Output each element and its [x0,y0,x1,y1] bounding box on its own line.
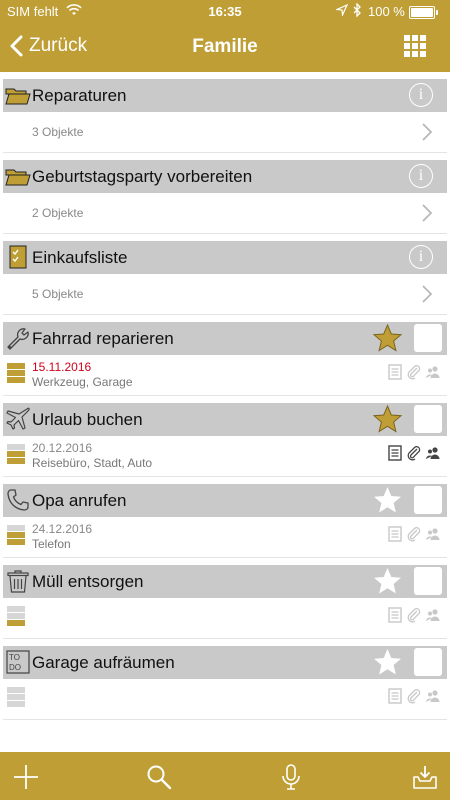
folder-header[interactable]: Geburtstagsparty vorbereiten i [3,160,447,193]
info-icon[interactable]: i [409,83,433,107]
priority-indicator [7,525,25,547]
task-title: Opa anrufen [32,491,127,510]
contacts-icon[interactable] [425,526,441,542]
folder-header[interactable]: Reparaturen i [3,79,447,112]
trash-icon [7,570,29,593]
star-icon[interactable] [372,485,403,516]
complete-checkbox[interactable] [414,405,442,433]
grid-view-button[interactable] [404,35,426,57]
complete-checkbox[interactable] [414,486,442,514]
wrench-icon [7,328,29,350]
folder-title: Reparaturen [32,86,127,105]
bottom-toolbar [0,752,450,800]
folder-title: Einkaufsliste [32,248,128,267]
attachment-icon[interactable] [406,526,422,542]
task-tags: Reisebüro, Stadt, Auto [32,456,153,470]
star-icon[interactable] [372,647,403,678]
inbox-download-icon[interactable] [412,764,438,790]
back-button-label: Zurück [29,35,88,56]
task-tags: Werkzeug, Garage [32,375,133,389]
priority-indicator [7,444,25,466]
due-date: 15.11.2016 [32,360,92,374]
bluetooth-icon [353,3,361,17]
object-count: 5 Objekte [32,287,84,301]
folder-detail-row[interactable]: 3 Objekte [3,112,447,153]
item-list: Reparaturen i 3 Objekte Geburtstagsparty… [0,72,450,720]
complete-checkbox[interactable] [414,324,442,352]
checklist-icon [9,245,27,269]
folder-header[interactable]: Einkaufsliste i [3,241,447,274]
star-icon[interactable] [372,323,403,354]
svg-text:TO: TO [9,653,20,662]
battery-icon [409,6,438,19]
object-count: 2 Objekte [32,206,84,220]
info-icon[interactable]: i [409,164,433,188]
notes-icon[interactable] [387,445,403,461]
chevron-right-icon[interactable] [421,203,433,223]
attachment-icon[interactable] [406,688,422,704]
priority-indicator [7,363,25,385]
todo-icon: TO DO [6,650,30,674]
priority-indicator [7,687,25,709]
search-icon[interactable] [146,764,172,790]
info-icon[interactable]: i [409,245,433,269]
star-icon[interactable] [372,566,403,597]
folder-detail-row[interactable]: 2 Objekte [3,193,447,234]
task-title: Garage aufräumen [32,653,175,672]
task-header[interactable]: Urlaub buchen [3,403,447,436]
folder-icon [5,169,31,186]
notes-icon[interactable] [387,526,403,542]
status-bar: SIM fehlt 16:35 100 % [0,0,450,24]
attachment-icon[interactable] [406,445,422,461]
task-detail-row[interactable] [3,679,447,720]
add-icon[interactable] [13,764,39,790]
contacts-icon[interactable] [425,607,441,623]
chevron-left-icon [10,35,23,57]
complete-checkbox[interactable] [414,648,442,676]
star-icon[interactable] [372,404,403,435]
contacts-icon[interactable] [425,445,441,461]
folder-title: Geburtstagsparty vorbereiten [32,167,253,186]
battery-percent: 100 % [368,4,405,19]
microphone-icon[interactable] [278,764,304,790]
task-title: Fahrrad reparieren [32,329,174,348]
due-date: 24.12.2016 [32,522,93,536]
notes-icon[interactable] [387,364,403,380]
attachment-icon[interactable] [406,607,422,623]
folder-detail-row[interactable]: 5 Objekte [3,274,447,315]
task-title: Urlaub buchen [32,410,143,429]
chevron-right-icon[interactable] [421,284,433,304]
task-detail-row[interactable] [3,598,447,639]
object-count: 3 Objekte [32,125,84,139]
airplane-icon [6,407,30,430]
task-header[interactable]: Opa anrufen [3,484,447,517]
task-header[interactable]: TO DO Garage aufräumen [3,646,447,679]
contacts-icon[interactable] [425,364,441,380]
navigation-bar: SIM fehlt 16:35 100 % Zurück Familie [0,0,450,72]
phone-icon [7,489,29,511]
attachment-icon[interactable] [406,364,422,380]
task-title: Müll entsorgen [32,572,144,591]
task-header[interactable]: Müll entsorgen [3,565,447,598]
due-date: 20.12.2016 [32,441,93,455]
task-detail-row[interactable]: 24.12.2016 Telefon [3,517,447,558]
task-header[interactable]: Fahrrad reparieren [3,322,447,355]
task-detail-row[interactable]: 20.12.2016 Reisebüro, Stadt, Auto [3,436,447,477]
notes-icon[interactable] [387,607,403,623]
complete-checkbox[interactable] [414,567,442,595]
notes-icon[interactable] [387,688,403,704]
svg-text:DO: DO [9,663,21,672]
location-icon [336,4,348,16]
contacts-icon[interactable] [425,688,441,704]
chevron-right-icon[interactable] [421,122,433,142]
folder-icon [5,88,31,105]
task-detail-row[interactable]: 15.11.2016 Werkzeug, Garage [3,355,447,396]
priority-indicator [7,606,25,628]
task-tags: Telefon [32,537,71,551]
back-button[interactable]: Zurück [10,32,87,60]
